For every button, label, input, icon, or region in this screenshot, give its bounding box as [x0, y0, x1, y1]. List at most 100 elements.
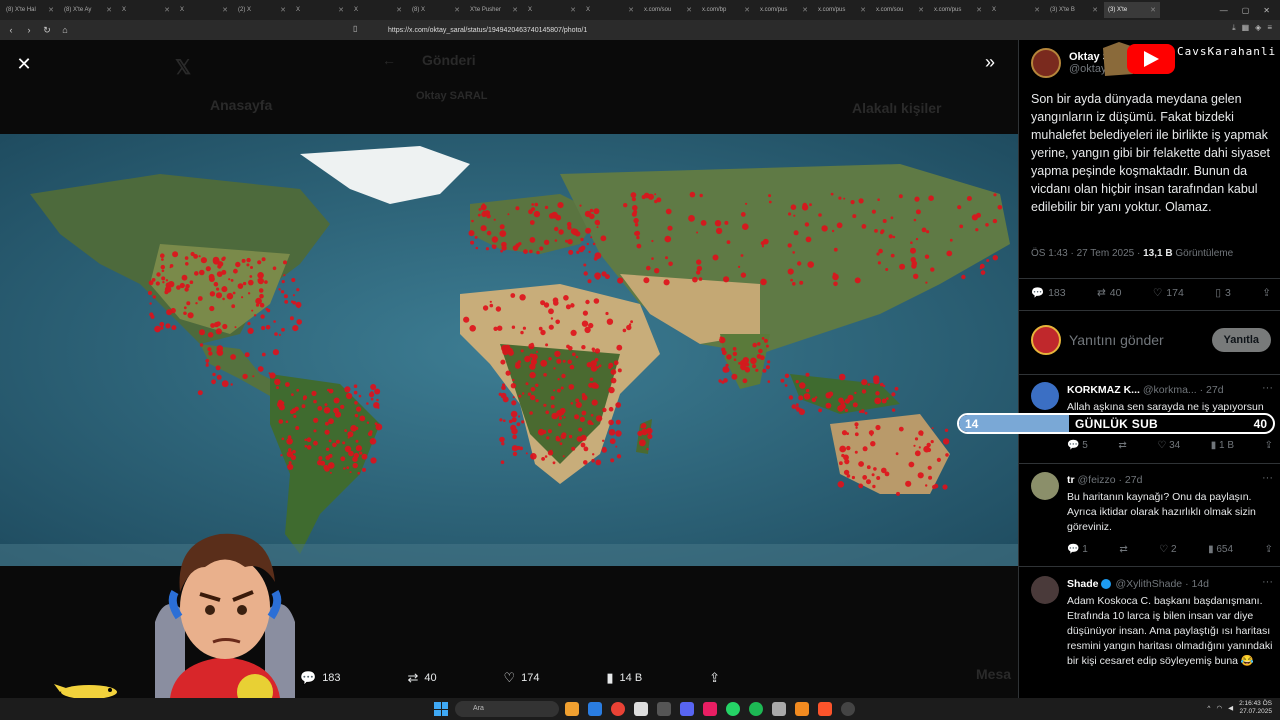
tab-close-icon[interactable]: ✕ [1034, 6, 1040, 14]
comment-avatar[interactable] [1031, 576, 1059, 604]
comment-views-button[interactable]: ▮ 1 B [1211, 440, 1234, 451]
bookmark-button[interactable]: ▯ 3 [1215, 286, 1231, 299]
reply-submit-button[interactable]: Yanıtla [1211, 328, 1271, 352]
comment-reply-button[interactable]: 💬 1 [1067, 544, 1088, 555]
comment-repost-button[interactable]: ⇄ [1119, 544, 1127, 555]
browser-tab[interactable]: X ✕ [118, 2, 174, 18]
browser-tab[interactable]: X ✕ [176, 2, 232, 18]
viewer-like-button[interactable]: ♡ 174 [503, 670, 539, 686]
windows-start-icon[interactable] [434, 702, 448, 716]
menu-icon[interactable]: ≡ [1267, 23, 1272, 33]
tab-close-icon[interactable]: ✕ [976, 6, 982, 14]
browser-tab[interactable]: (8) X ✕ [408, 2, 464, 18]
minimize-icon[interactable]: — [1220, 6, 1228, 15]
whatsapp-icon[interactable] [726, 702, 740, 716]
browser-tab[interactable]: x.com/sou ✕ [640, 2, 696, 18]
tab-close-icon[interactable]: ✕ [164, 6, 170, 14]
share-button[interactable]: ⇪ [1262, 286, 1271, 299]
viewer-share-button[interactable]: ⇪ [709, 670, 720, 686]
expand-panel-button[interactable]: » [985, 52, 995, 73]
browser-tab[interactable]: X ✕ [292, 2, 348, 18]
tab-close-icon[interactable]: ✕ [48, 6, 54, 14]
app-icon[interactable] [657, 702, 671, 716]
like-button[interactable]: ♡ 174 [1153, 286, 1184, 299]
tab-close-icon[interactable]: ✕ [860, 6, 866, 14]
comment-like-button[interactable]: ♡ 2 [1159, 544, 1176, 555]
browser-tab[interactable]: x.com/pus ✕ [756, 2, 812, 18]
forward-icon[interactable]: › [22, 23, 36, 37]
post-author[interactable]: Oktay S @oktay [1031, 48, 1110, 78]
comment-like-button[interactable]: ♡ 34 [1157, 440, 1180, 451]
tab-close-icon[interactable]: ✕ [1150, 6, 1156, 14]
reload-icon[interactable]: ↻ [40, 23, 54, 37]
obs-icon[interactable] [841, 702, 855, 716]
home-icon[interactable]: ⌂ [58, 23, 72, 37]
spotify-icon[interactable] [749, 702, 763, 716]
reply-button[interactable]: 💬 183 [1031, 286, 1066, 300]
browser-tab[interactable]: x.com/pus ✕ [814, 2, 870, 18]
tab-close-icon[interactable]: ✕ [570, 6, 576, 14]
extensions-icon[interactable]: ▦ [1242, 23, 1250, 33]
author-avatar[interactable] [1031, 48, 1061, 78]
comment-share-button[interactable]: ⇪ [1265, 440, 1273, 451]
notepad-icon[interactable] [634, 702, 648, 716]
viewer-repost-button[interactable]: ⇄ 40 [407, 670, 436, 686]
tab-close-icon[interactable]: ✕ [744, 6, 750, 14]
browser-tab[interactable]: x.com/sou ✕ [872, 2, 928, 18]
close-viewer-button[interactable]: ✕ [14, 54, 34, 74]
tab-close-icon[interactable]: ✕ [918, 6, 924, 14]
more-options-icon[interactable]: ··· [1262, 382, 1273, 394]
tab-close-icon[interactable]: ✕ [686, 6, 692, 14]
file-explorer-icon[interactable] [565, 702, 579, 716]
comment-avatar[interactable] [1031, 472, 1059, 500]
tab-close-icon[interactable]: ✕ [106, 6, 112, 14]
viewer-reply-button[interactable]: 💬 183 [300, 670, 341, 686]
tab-close-icon[interactable]: ✕ [396, 6, 402, 14]
tab-close-icon[interactable]: ✕ [454, 6, 460, 14]
comment-author-name[interactable]: tr [1067, 474, 1075, 486]
browser-tab[interactable]: (8) X'te Hal ✕ [2, 2, 58, 18]
app-icon[interactable] [703, 702, 717, 716]
clock[interactable]: 2:16:43 ÖS 27.07.2025 [1239, 700, 1272, 716]
tab-close-icon[interactable]: ✕ [338, 6, 344, 14]
browser-tab[interactable]: (2) X ✕ [234, 2, 290, 18]
browser-tab[interactable]: X ✕ [582, 2, 638, 18]
comment-author-name[interactable]: Shade [1067, 578, 1099, 590]
comment-reply-button[interactable]: 💬 5 [1067, 440, 1088, 451]
browser-tab[interactable]: X ✕ [988, 2, 1044, 18]
comment-author-name[interactable]: KORKMAZ K... [1067, 384, 1140, 396]
browser-tab[interactable]: (3) X'te B ✕ [1046, 2, 1102, 18]
browser-tab[interactable]: X ✕ [524, 2, 580, 18]
tab-close-icon[interactable]: ✕ [1092, 6, 1098, 14]
post-time[interactable]: ÖS 1:43 · 27 Tem 2025 · [1031, 248, 1143, 259]
comment-views-button[interactable]: ▮ 654 [1208, 544, 1233, 555]
edge-icon[interactable] [588, 702, 602, 716]
back-icon[interactable]: ‹ [4, 23, 18, 37]
tab-close-icon[interactable]: ✕ [222, 6, 228, 14]
discord-icon[interactable] [680, 702, 694, 716]
browser-tab[interactable]: x.com/pus ✕ [930, 2, 986, 18]
taskbar-search[interactable]: Ara [455, 701, 559, 717]
more-options-icon[interactable]: ··· [1262, 472, 1273, 484]
tab-close-icon[interactable]: ✕ [280, 6, 286, 14]
wifi-icon[interactable]: ◠ [1216, 704, 1222, 712]
comment-repost-button[interactable]: ⇄ [1118, 440, 1126, 451]
shield-icon[interactable]: ◈ [1255, 23, 1261, 33]
more-options-icon[interactable]: ··· [1262, 576, 1273, 588]
comment-share-button[interactable]: ⇪ [1265, 544, 1273, 555]
browser-tab[interactable]: x.com/bp ✕ [698, 2, 754, 18]
browser-tab[interactable]: (8) X'te Ay ✕ [60, 2, 116, 18]
repost-button[interactable]: ⇄ 40 [1097, 286, 1122, 299]
browser-tab[interactable]: X'te Pusher ✕ [466, 2, 522, 18]
browser-tab[interactable]: X ✕ [350, 2, 406, 18]
bookmark-icon[interactable]: ▯ [353, 24, 357, 33]
tab-close-icon[interactable]: ✕ [802, 6, 808, 14]
browser-tab[interactable]: (3) X'te ✕ [1104, 2, 1160, 18]
tab-close-icon[interactable]: ✕ [512, 6, 518, 14]
app-icon[interactable] [795, 702, 809, 716]
url-field[interactable]: https://x.com/oktay_saral/status/1949420… [370, 23, 910, 37]
chrome-icon[interactable] [611, 702, 625, 716]
reply-input[interactable]: Yanıtını gönder [1069, 332, 1164, 348]
tab-close-icon[interactable]: ✕ [628, 6, 634, 14]
comment-item[interactable]: Shade @XylithShade · 14d ··· Adam Koskoc… [1031, 576, 1275, 696]
